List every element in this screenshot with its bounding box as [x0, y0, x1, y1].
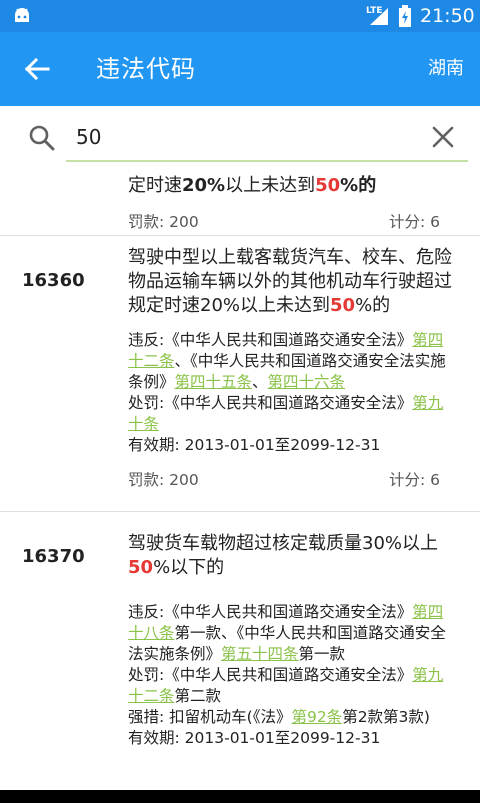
list-item[interactable]: 定时速20%以上未达到50%的 罚款: 200 计分: 6 [0, 172, 480, 236]
page-title: 违法代码 [96, 55, 196, 83]
violation-basis: 违反:《中华人民共和国道路交通安全法》第四十八条第一款、《中华人民共和国道路交通… [128, 603, 446, 663]
app-bar: 违法代码 湖南 [0, 32, 480, 106]
region-selector[interactable]: 湖南 [428, 56, 464, 82]
penalty-points: 计分: 6 [388, 471, 440, 489]
search-underline [66, 160, 468, 162]
law-article-link[interactable]: 第92条 [291, 708, 342, 726]
enforcement-measure: 强措: 扣留机动车(《法》第92条第2款第3款) [128, 708, 430, 726]
item-description: 驾驶中型以上载客载货汽车、校车、危险物品运输车辆以外的其他机动车行驶超过规定时速… [128, 247, 452, 316]
validity-period: 有效期: 2013-01-01至2099-12-31 [128, 436, 381, 454]
list-item[interactable]: 16370 驾驶货车载物超过核定载质量30%以上50%以下的 违反:《中华人民共… [0, 512, 480, 792]
violation-code: 16360 [22, 270, 85, 291]
search-input[interactable] [66, 120, 436, 154]
item-description: 定时速20%以上未达到50%的 [128, 175, 377, 196]
back-arrow-icon[interactable] [22, 54, 52, 84]
penalty-basis: 处罚:《中华人民共和国道路交通安全法》第九十二条第二款 [128, 666, 444, 705]
law-article-link[interactable]: 第四十六条 [268, 373, 346, 391]
clock: 21:50 [420, 5, 475, 27]
clear-icon[interactable] [430, 124, 456, 150]
list-item[interactable]: 16360 驾驶中型以上载客载货汽车、校车、危险物品运输车辆以外的其他机动车行驶… [0, 236, 480, 512]
signal-icon [370, 8, 388, 25]
system-nav-bar [0, 790, 480, 803]
violation-basis: 违反:《中华人民共和国道路交通安全法》第四十二条、《中华人民共和国道路交通安全法… [128, 331, 446, 391]
item-footer: 罚款: 200 计分: 6 [128, 210, 440, 232]
validity-period: 有效期: 2013-01-01至2099-12-31 [128, 729, 381, 747]
item-details: 违反:《中华人民共和国道路交通安全法》第四十八条第一款、《中华人民共和国道路交通… [128, 602, 458, 749]
item-details: 违反:《中华人民共和国道路交通安全法》第四十二条、《中华人民共和国道路交通安全法… [128, 330, 458, 456]
penalty-basis: 处罚:《中华人民共和国道路交通安全法》第九十条 [128, 394, 444, 433]
item-footer: 罚款: 200 计分: 6 [128, 468, 440, 490]
fine-amount: 罚款: 200 [128, 213, 199, 231]
search-bar [0, 106, 480, 172]
law-article-link[interactable]: 第四十五条 [175, 373, 253, 391]
penalty-points: 计分: 6 [388, 213, 440, 231]
search-icon [29, 125, 55, 151]
status-bar: LTE 21:50 [0, 0, 480, 32]
result-list[interactable]: 定时速20%以上未达到50%的 罚款: 200 计分: 6 16360 驾驶中型… [0, 172, 480, 792]
law-article-link[interactable]: 第五十四条 [221, 645, 299, 663]
fine-amount: 罚款: 200 [128, 471, 199, 489]
violation-code: 16370 [22, 546, 85, 567]
android-icon [15, 8, 29, 22]
item-description: 驾驶货车载物超过核定载质量30%以上50%以下的 [128, 533, 439, 578]
battery-icon [399, 5, 411, 27]
